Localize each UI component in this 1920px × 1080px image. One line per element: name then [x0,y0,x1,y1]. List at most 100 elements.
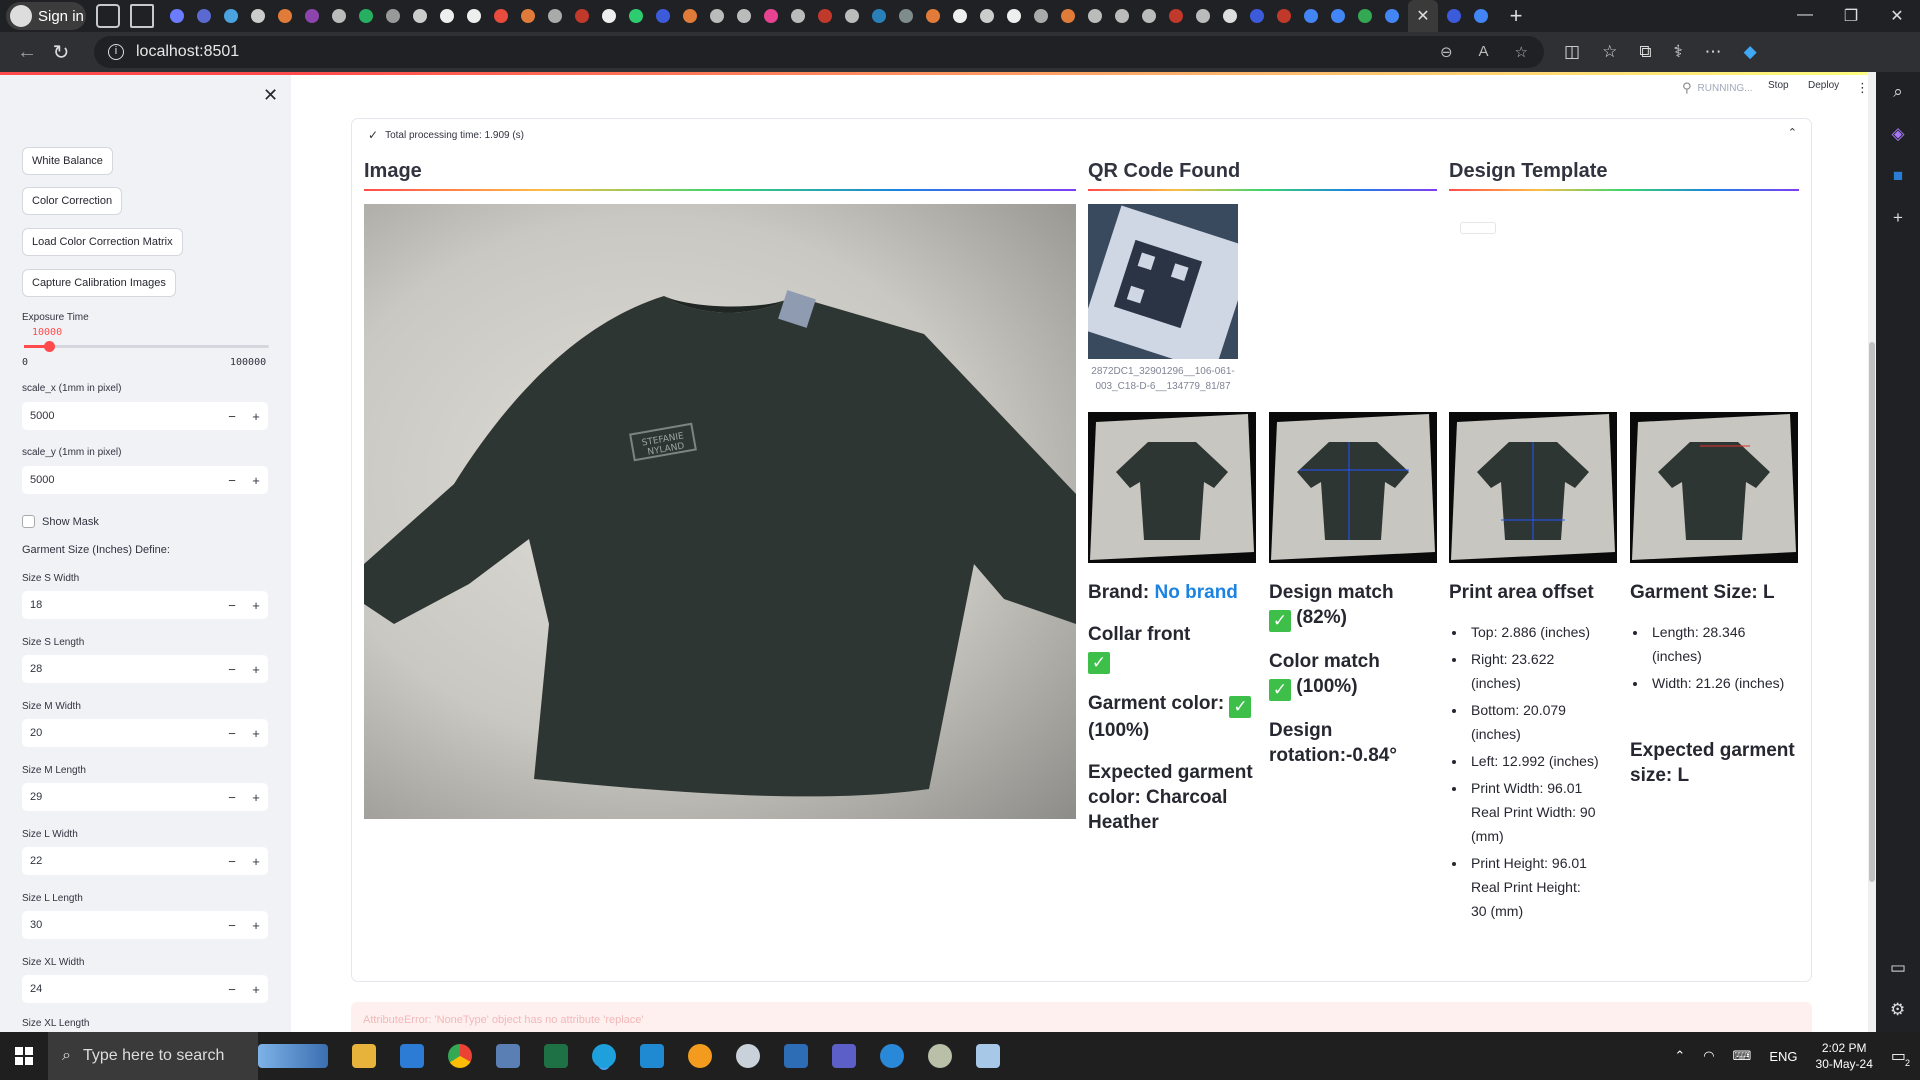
edge-icon[interactable] [592,1044,616,1068]
browser-tab[interactable] [355,7,377,25]
collapse-chevron-icon[interactable]: ⌃ [1788,126,1797,139]
browser-tab[interactable] [247,7,269,25]
split-screen-icon[interactable]: ◫ [1564,42,1580,62]
increment-button[interactable]: + [244,473,268,488]
browser-tab[interactable] [220,7,242,25]
size-s-length-input[interactable]: 28 − + [22,655,268,683]
tab-actions-icon[interactable] [130,4,154,28]
search-highlight-icon[interactable] [258,1044,328,1068]
white-balance-button[interactable]: White Balance [22,147,113,175]
back-icon[interactable]: ← [10,41,44,64]
browser-tab[interactable] [814,7,836,25]
more-menu-icon[interactable]: ⋯ [1705,42,1722,62]
color-correction-button[interactable]: Color Correction [22,187,123,215]
favorite-star-icon[interactable]: ☆ [1515,43,1528,61]
browser-tab[interactable] [571,7,593,25]
address-bar[interactable]: i localhost:8501 ⊖ A ☆ [94,36,1544,68]
teams-icon[interactable] [832,1044,856,1068]
clock[interactable]: 2:02 PM 30-May-24 [1816,1040,1873,1072]
browser-tab[interactable] [1470,7,1492,25]
settings-gear-icon[interactable]: ⚙ [1890,1000,1906,1020]
scale-x-input[interactable]: 5000 − + [22,402,268,430]
page-scrollbar[interactable] [1868,72,1876,1032]
keyboard-icon[interactable]: ⌨ [1733,1048,1752,1064]
copilot-icon[interactable]: ◆ [1744,42,1757,62]
browser-tab[interactable] [895,7,917,25]
browser-tab[interactable] [301,7,323,25]
browser-tab[interactable] [436,7,458,25]
browser-tab[interactable] [1138,7,1160,25]
size-s-width-input[interactable]: 18 − + [22,591,268,619]
app-icon[interactable] [928,1044,952,1068]
decrement-button[interactable]: − [220,662,244,677]
capture-calibration-button[interactable]: Capture Calibration Images [22,269,176,297]
copilot-side-icon[interactable]: ◈ [1891,124,1904,144]
decrement-button[interactable]: − [220,473,244,488]
browser-tab[interactable] [1030,7,1052,25]
outlook-icon[interactable]: ■ [1893,166,1903,186]
scale-y-input[interactable]: 5000 − + [22,466,268,494]
expander-header[interactable]: ✓ Total processing time: 1.909 (s) [368,128,524,142]
browser-tab[interactable] [1192,7,1214,25]
site-info-icon[interactable]: i [108,44,124,60]
browser-tab[interactable] [652,7,674,25]
browser-tab[interactable] [976,7,998,25]
increment-button[interactable]: + [244,918,268,933]
browser-tab[interactable] [544,7,566,25]
browser-tab[interactable] [1165,7,1187,25]
language-indicator[interactable]: ENG [1769,1049,1797,1064]
load-color-matrix-button[interactable]: Load Color Correction Matrix [22,228,183,256]
browser-tab[interactable] [598,7,620,25]
increment-button[interactable]: + [244,662,268,677]
browser-tab[interactable] [1327,7,1349,25]
collections-icon[interactable]: ⧉ [1639,42,1651,62]
size-m-width-input[interactable]: 20 − + [22,719,268,747]
browser-tab[interactable] [1354,7,1376,25]
stop-button[interactable]: Stop [1768,80,1789,91]
close-tab-icon[interactable]: ✕ [1408,0,1438,32]
browser-tab[interactable] [1219,7,1241,25]
browser-tab[interactable] [166,7,188,25]
home-assistant-icon[interactable] [688,1044,712,1068]
decrement-button[interactable]: − [220,409,244,424]
browser-tab[interactable] [625,7,647,25]
browser-tab[interactable] [1246,7,1268,25]
sign-in-button[interactable]: Sign in [6,2,86,30]
browser-tab[interactable] [490,7,512,25]
browser-tab[interactable] [1273,7,1295,25]
browser-tab[interactable] [1111,7,1133,25]
browser-tab[interactable] [787,7,809,25]
add-sidebar-app-icon[interactable]: + [1893,208,1903,228]
increment-button[interactable]: + [244,982,268,997]
browser-tab[interactable] [409,7,431,25]
browser-tab[interactable] [274,7,296,25]
browser-tab[interactable] [1381,7,1403,25]
checkbox-box[interactable] [22,515,35,528]
browser-tab[interactable] [841,7,863,25]
start-button[interactable] [0,1047,48,1065]
minimize-icon[interactable]: — [1782,6,1828,26]
scrollbar-thumb[interactable] [1869,342,1875,882]
increment-button[interactable]: + [244,790,268,805]
workspaces-icon[interactable] [96,4,120,28]
wifi-icon[interactable]: ◠ [1703,1048,1714,1064]
excel-icon[interactable] [544,1044,568,1068]
browser-tab[interactable] [733,7,755,25]
app-icon[interactable] [880,1044,904,1068]
show-hidden-icons-chevron-icon[interactable]: ⌃ [1674,1048,1685,1064]
sidebar-layout-icon[interactable]: ▭ [1890,958,1906,978]
browser-tab[interactable] [868,7,890,25]
size-xl-width-input[interactable]: 24 − + [22,975,268,1003]
browser-tab[interactable] [949,7,971,25]
decrement-button[interactable]: − [220,790,244,805]
zoom-icon[interactable]: ⊖ [1440,43,1453,61]
size-l-width-input[interactable]: 22 − + [22,847,268,875]
decrement-button[interactable]: − [220,726,244,741]
browser-tab[interactable] [328,7,350,25]
deploy-button[interactable]: Deploy [1808,80,1839,91]
browser-tab[interactable] [1003,7,1025,25]
store-icon[interactable] [400,1044,424,1068]
show-mask-checkbox[interactable]: Show Mask [22,515,99,528]
chrome-icon[interactable] [448,1044,472,1068]
decrement-button[interactable]: − [220,854,244,869]
